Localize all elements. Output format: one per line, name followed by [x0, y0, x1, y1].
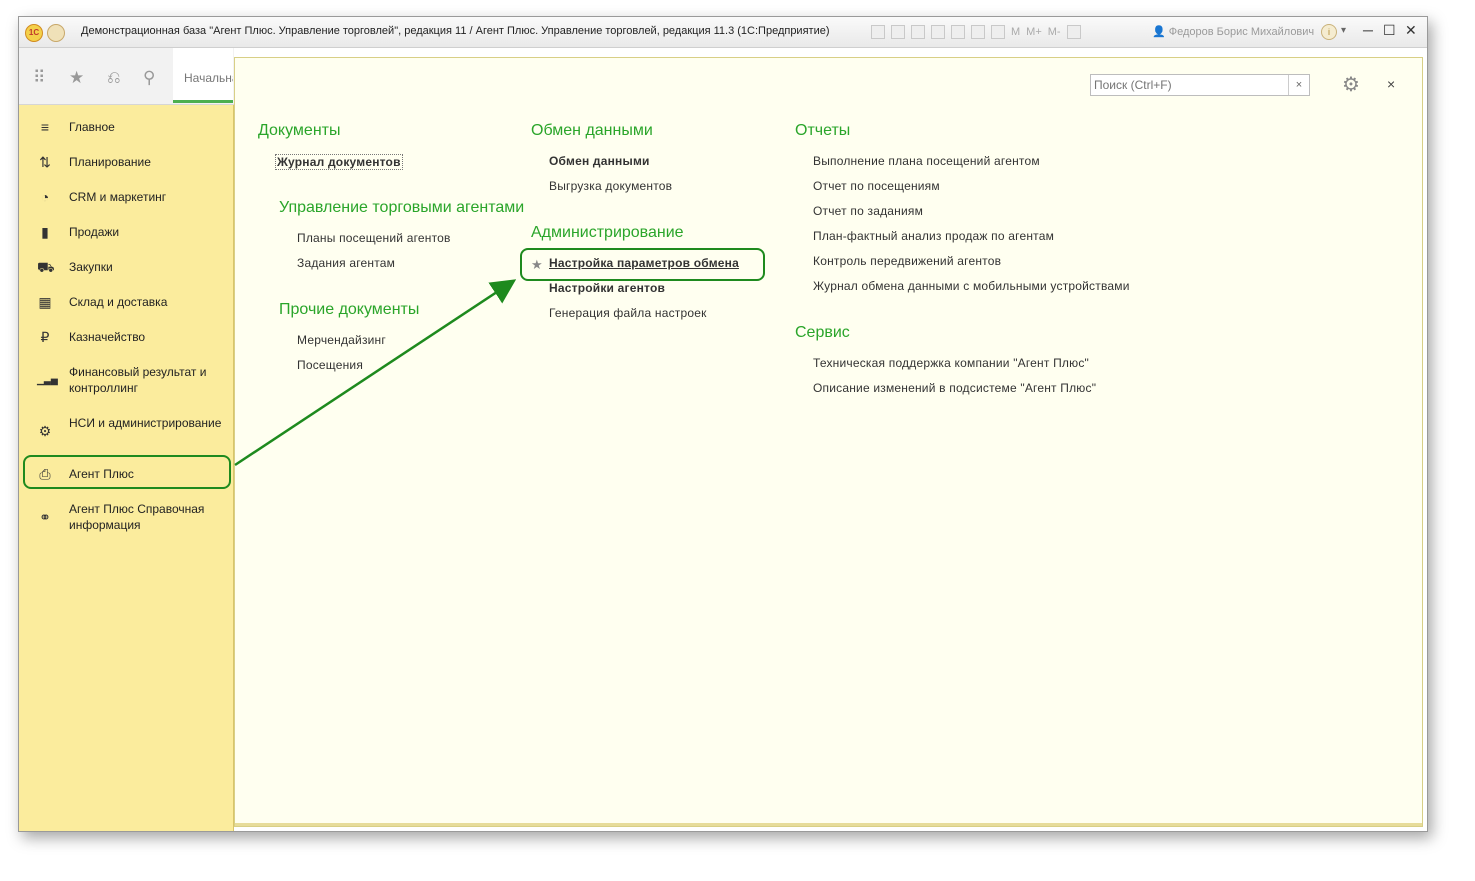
group-title-agents: Управление торговыми агентами — [279, 199, 525, 216]
link-data-exchange[interactable]: Обмен данными — [549, 154, 650, 168]
link-merchandising[interactable]: Мерчендайзинг — [297, 333, 386, 347]
sidebar-item-label: НСИ и администрирование — [69, 416, 222, 430]
link-documents-journal[interactable]: Журнал документов — [275, 154, 403, 170]
maximize-button[interactable]: ☐ — [1383, 22, 1396, 39]
sidebar-item-label: Склад и доставка — [69, 295, 168, 309]
close-panel-button[interactable]: × — [1387, 76, 1395, 92]
sidebar-item-label: Продажи — [69, 225, 120, 239]
sidebar-item-label: Главное — [69, 120, 115, 134]
settings-icon: ⚙ — [38, 423, 52, 439]
pie-icon: ◔ — [40, 189, 50, 205]
info-icon[interactable]: i — [1321, 24, 1337, 40]
link-changes-description[interactable]: Описание изменений в подсистеме "Агент П… — [813, 381, 1096, 395]
title-bar: 1С Демонстрационная база "Агент Плюс. Уп… — [19, 17, 1427, 48]
sections-sidebar: ≡ Главное ⇅ Планирование ◔ CRM и маркети… — [19, 105, 234, 831]
group-title-reports: Отчеты — [795, 122, 851, 139]
bar-chart-icon: ▁▃▅ — [37, 375, 58, 385]
app-logo-icon[interactable]: 1С — [25, 24, 43, 42]
group-title-other-docs: Прочие документы — [279, 301, 420, 318]
link-report-exchange-journal[interactable]: Журнал обмена данными с мобильными устро… — [813, 279, 1130, 293]
app-window: 1С Демонстрационная база "Агент Плюс. Уп… — [18, 16, 1428, 832]
link-icon[interactable] — [951, 25, 965, 39]
current-user[interactable]: 👤 Федоров Борис Михайлович — [1152, 25, 1314, 38]
memory-mplus-button[interactable]: M+ — [1026, 26, 1042, 38]
link-exchange-settings[interactable]: Настройка параметров обмена — [549, 256, 739, 270]
search-input[interactable] — [1091, 75, 1293, 95]
search-icon[interactable]: ⚲ — [143, 68, 155, 88]
menu-circle-icon[interactable] — [47, 24, 65, 42]
close-window-button[interactable]: ✕ — [1405, 22, 1417, 39]
link-visits[interactable]: Посещения — [297, 358, 363, 372]
calendar-icon[interactable] — [991, 25, 1005, 39]
link-agent-settings[interactable]: Настройки агентов — [549, 281, 665, 295]
minimize-button[interactable]: ─ — [1363, 22, 1373, 38]
link-icon: ⚭ — [39, 509, 51, 525]
section-panel: × ⚙ × Документы Журнал документов Управл… — [234, 57, 1423, 827]
menu-icon: ≡ — [40, 119, 50, 135]
memory-mminus-button[interactable]: M- — [1048, 26, 1061, 38]
user-name: Федоров Борис Михайлович — [1168, 26, 1315, 38]
sidebar-item-label: Планирование — [69, 155, 151, 169]
sidebar-item-label: Агент Плюс Справочная информация — [69, 502, 205, 532]
panels-icon[interactable] — [1066, 25, 1081, 39]
bag-icon: ▮ — [41, 224, 49, 240]
window-title: Демонстрационная база "Агент Плюс. Управ… — [81, 25, 830, 37]
sidebar-item-label: Казначейство — [69, 330, 146, 344]
title-toolbar: M M+ M- — [871, 24, 1081, 40]
gear-icon[interactable]: ⚙ — [1342, 72, 1360, 97]
star-icon[interactable]: ★ — [69, 68, 84, 88]
link-report-plan-execution[interactable]: Выполнение плана посещений агентом — [813, 154, 1040, 168]
print-icon[interactable] — [891, 25, 905, 39]
planning-icon: ⇅ — [39, 154, 51, 170]
navigation-toolbar: ⠿ ★ ⎌ ⚲ Начальная страница — [19, 48, 234, 105]
memory-m-button[interactable]: M — [1011, 26, 1020, 38]
sidebar-item-label: Финансовый результат и контроллинг — [69, 365, 207, 395]
group-title-service: Сервис — [795, 324, 850, 341]
apps-icon[interactable]: ⠿ — [33, 68, 45, 88]
link-report-movements[interactable]: Контроль передвижений агентов — [813, 254, 1001, 268]
group-title-exchange: Обмен данными — [531, 122, 653, 139]
link-visit-plans[interactable]: Планы посещений агентов — [297, 231, 451, 245]
link-generate-settings-file[interactable]: Генерация файла настроек — [549, 306, 707, 320]
link-tech-support[interactable]: Техническая поддержка компании "Агент Пл… — [813, 356, 1089, 370]
highlight-agent-plus — [23, 455, 231, 489]
link-report-plan-fact[interactable]: План-фактный анализ продаж по агентам — [813, 229, 1054, 243]
group-title-documents: Документы — [258, 122, 341, 139]
user-icon: 👤 — [1152, 26, 1166, 38]
sidebar-item-label: Закупки — [69, 260, 113, 274]
favorites-icon[interactable] — [931, 25, 945, 39]
link-agent-tasks[interactable]: Задания агентам — [297, 256, 395, 270]
calculator-icon[interactable] — [971, 25, 985, 39]
tab-start-page[interactable]: Начальная страница — [173, 48, 233, 103]
ruble-icon: ₽ — [40, 329, 50, 345]
history-icon[interactable]: ⎌ — [107, 68, 121, 88]
link-upload-documents[interactable]: Выгрузка документов — [549, 179, 672, 193]
chevron-down-icon[interactable]: ▾ — [1341, 25, 1346, 36]
warehouse-icon: ▦ — [38, 294, 52, 310]
group-title-admin: Администрирование — [531, 224, 684, 241]
preview-icon[interactable] — [911, 25, 925, 39]
cart-icon: ⛟ — [37, 259, 55, 275]
search-field[interactable]: × — [1090, 74, 1310, 96]
link-report-tasks[interactable]: Отчет по заданиям — [813, 204, 923, 218]
panel-bottom-border — [235, 823, 1422, 826]
save-icon[interactable] — [871, 25, 885, 39]
favorite-star-icon[interactable]: ★ — [531, 257, 543, 273]
clear-search-button[interactable]: × — [1288, 75, 1309, 95]
link-report-visits[interactable]: Отчет по посещениям — [813, 179, 940, 193]
sidebar-item-label: CRM и маркетинг — [69, 190, 167, 204]
